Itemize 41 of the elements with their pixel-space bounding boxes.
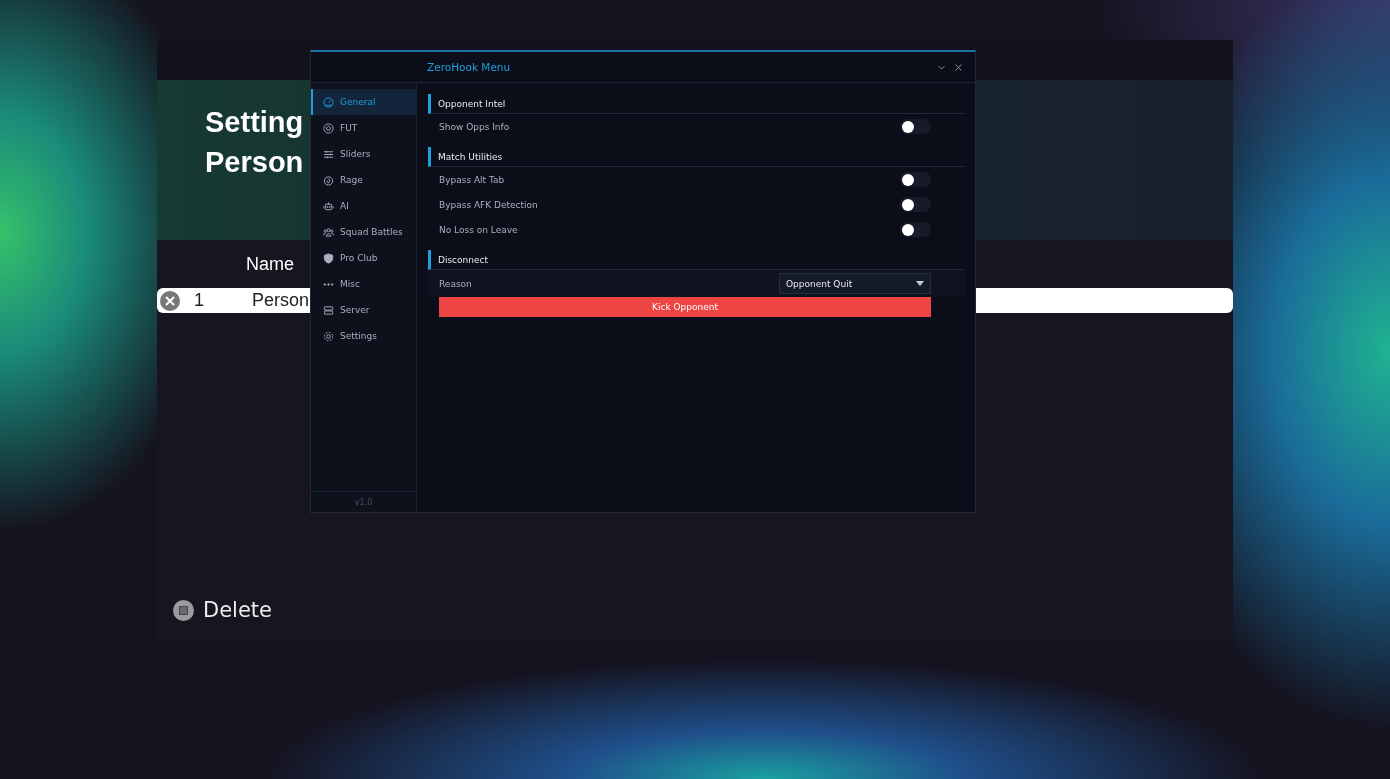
sidebar-item[interactable]: Rage [311,167,416,193]
window-title: ZeroHook Menu [427,61,512,73]
option-label: Show Opps Info [439,121,511,132]
robot-icon [323,200,334,212]
sidebar-item[interactable]: AI [311,193,416,219]
option-label: Bypass Alt Tab [439,174,506,185]
row-index: 1 [194,290,204,311]
version-label: v1.0 [354,497,373,507]
sidebar-item[interactable]: Settings [311,323,416,349]
delete-label[interactable]: Delete [203,598,272,622]
sidebar-item[interactable]: FUT [311,115,416,141]
option-label: Reason [439,278,473,289]
toggle-switch[interactable] [900,197,931,212]
toggle-switch[interactable] [900,222,931,237]
section-header: Match Utilities [428,147,965,167]
toggle-switch[interactable] [900,119,931,134]
square-button-icon [173,599,194,621]
gear-icon [323,330,334,342]
section-header: Opponent Intel [428,94,965,114]
gauge-icon [323,96,334,108]
caret-icon [916,281,924,286]
close-icon [954,62,963,72]
reason-dropdown[interactable]: Opponent Quit [779,273,931,294]
sliders-icon [323,148,334,160]
page-title: Person [205,145,304,180]
toggle-switch[interactable] [900,172,931,187]
option-label: No Loss on Leave [439,224,519,235]
people-icon [323,226,334,238]
kick-button[interactable]: Kick Opponent [439,297,931,317]
row-name: Person [252,290,310,311]
page-title: Setting [205,105,304,140]
sidebar-item[interactable]: Misc [311,271,416,297]
sidebar-item[interactable]: Server [311,297,416,323]
option-label: Bypass AFK Detection [439,199,539,210]
sidebar-item[interactable]: Pro Club [311,245,416,271]
sidebar-item[interactable]: General [311,89,416,115]
column-header: Name [246,253,294,275]
server-icon [323,304,334,316]
sidebar-item[interactable]: Squad Battles [311,219,416,245]
sidebar-item[interactable]: Sliders [311,141,416,167]
shield-icon [323,252,334,264]
